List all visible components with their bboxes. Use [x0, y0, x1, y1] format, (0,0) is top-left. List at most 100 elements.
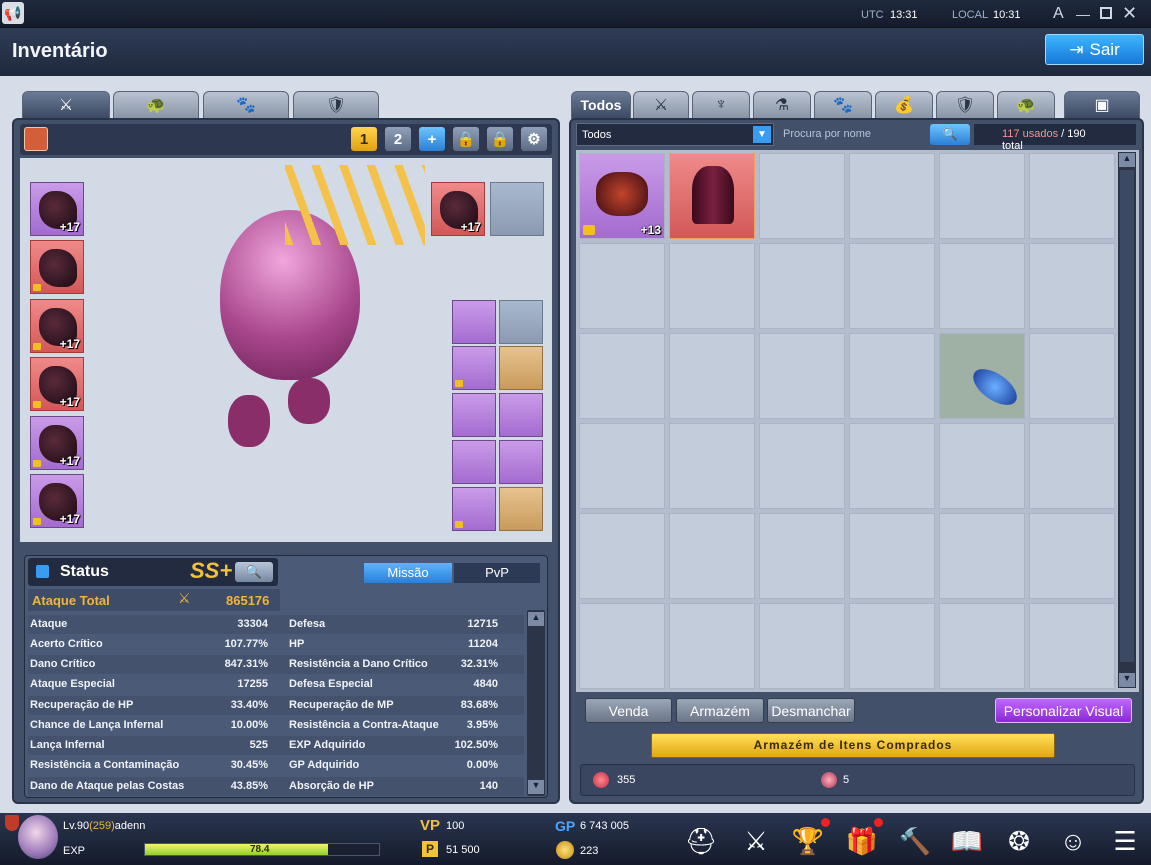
inventory-cell[interactable] [669, 333, 755, 419]
accessory-slot[interactable] [452, 346, 496, 390]
maximize-icon[interactable] [1100, 7, 1112, 19]
inventory-cell[interactable] [759, 243, 845, 329]
tab-potions[interactable]: ⚗ [753, 91, 811, 119]
mode-pvp-tab[interactable]: PvP [454, 563, 540, 583]
inventory-cell[interactable] [579, 513, 665, 599]
dismantle-button[interactable]: Desmanchar [767, 698, 855, 723]
auction-menu-icon[interactable]: 🔨 [896, 824, 934, 858]
inventory-cell[interactable] [1029, 333, 1115, 419]
accessory-slot[interactable] [499, 346, 543, 390]
equip-slot-gloves[interactable]: +17 [30, 357, 84, 411]
customize-visual-button[interactable]: Personalizar Visual [995, 698, 1132, 723]
tab-pets[interactable]: 🐢 [113, 91, 199, 119]
community-menu-icon[interactable]: ☺ [1054, 824, 1092, 858]
skills-menu-icon[interactable]: ⚔ [737, 824, 775, 858]
accessory-slot[interactable] [499, 487, 543, 531]
tab-shields[interactable]: 🛡 [936, 91, 994, 119]
add-preset-button[interactable]: + [418, 126, 446, 152]
inventory-cell[interactable] [939, 243, 1025, 329]
tab-weapons[interactable]: ⚔ [22, 91, 110, 119]
scroll-up-icon[interactable]: ▲ [1119, 153, 1135, 167]
main-menu-icon[interactable]: ☰ [1106, 824, 1144, 858]
settings-gear-icon[interactable]: ⚙ [520, 126, 548, 152]
mode-mission-tab[interactable]: Missão [364, 563, 452, 583]
inventory-cell[interactable] [579, 603, 665, 689]
tab-pets[interactable]: 🐾 [814, 91, 872, 119]
character-menu-icon[interactable]: ⛑ [682, 824, 720, 858]
inventory-cell[interactable] [759, 153, 845, 239]
guide-book-icon[interactable]: 📖 [948, 824, 986, 858]
inventory-cell[interactable] [579, 423, 665, 509]
quest-menu-icon[interactable]: 🏆 [789, 824, 827, 858]
inventory-cell[interactable] [849, 153, 935, 239]
accessory-slot[interactable] [499, 393, 543, 437]
status-scrollbar[interactable] [527, 610, 545, 796]
inventory-cell[interactable] [759, 603, 845, 689]
equip-slot-weapon[interactable]: +17 [431, 182, 485, 236]
inventory-cell[interactable] [1029, 423, 1115, 509]
inventory-cell[interactable] [849, 423, 935, 509]
equip-slot-subweapon[interactable] [490, 182, 544, 236]
accessory-slot[interactable] [452, 440, 496, 484]
search-button[interactable]: 🔍 [930, 124, 970, 145]
tab-paw[interactable]: 🐾 [203, 91, 289, 119]
search-input[interactable]: Procura por nome [778, 124, 926, 145]
inventory-cell[interactable] [669, 603, 755, 689]
inventory-cell[interactable] [1029, 603, 1115, 689]
exit-button[interactable]: ⇥ Sair [1045, 34, 1144, 65]
accessory-slot[interactable] [452, 487, 496, 531]
gift-menu-icon[interactable]: 🎁 [843, 824, 881, 858]
inventory-cell[interactable] [939, 423, 1025, 509]
scroll-up-icon[interactable]: ▲ [528, 612, 544, 626]
inventory-cell[interactable] [1029, 513, 1115, 599]
inventory-cell[interactable] [939, 603, 1025, 689]
filter-dropdown[interactable]: Todos ▼ [576, 123, 774, 146]
preset-1-button[interactable]: 1 [350, 126, 378, 152]
tab-turtle[interactable]: 🐢 [997, 91, 1055, 119]
avatar[interactable] [18, 815, 58, 859]
accessory-slot[interactable] [452, 393, 496, 437]
lock-icon[interactable]: 🔒 [452, 126, 480, 152]
equip-slot-head[interactable]: +17 [30, 182, 84, 236]
sell-button[interactable]: Venda [585, 698, 672, 723]
minimize-icon[interactable]: — [1076, 6, 1092, 22]
close-icon[interactable]: ✕ [1122, 3, 1137, 24]
inventory-cell[interactable] [759, 513, 845, 599]
inventory-cell[interactable] [849, 243, 935, 329]
inventory-cell[interactable] [669, 153, 755, 239]
inventory-cell[interactable] [849, 333, 935, 419]
inventory-cell[interactable] [849, 603, 935, 689]
equip-slot-bottom[interactable]: +17 [30, 299, 84, 353]
equip-slot-top[interactable] [30, 240, 84, 294]
inventory-cell[interactable] [669, 243, 755, 329]
inventory-cell[interactable] [849, 513, 935, 599]
tab-storage[interactable]: ▣ [1064, 91, 1140, 119]
tab-weapons[interactable]: ⚔ [633, 91, 689, 119]
inventory-cell[interactable] [1029, 243, 1115, 329]
font-size-button[interactable]: A [1053, 5, 1064, 23]
tab-bags[interactable]: 💰 [875, 91, 933, 119]
inventory-cell[interactable] [759, 423, 845, 509]
equip-slot-cape[interactable]: +17 [30, 474, 84, 528]
inventory-cell[interactable] [669, 423, 755, 509]
inventory-cell[interactable]: +13 [579, 153, 665, 239]
preset-2-button[interactable]: 2 [384, 126, 412, 152]
inventory-cell[interactable] [1029, 153, 1115, 239]
tab-armor[interactable]: ♆ [692, 91, 750, 119]
inventory-cell[interactable] [939, 513, 1025, 599]
inventory-cell[interactable] [939, 153, 1025, 239]
inventory-cell[interactable] [579, 243, 665, 329]
inventory-cell[interactable] [669, 513, 755, 599]
scroll-down-icon[interactable]: ▼ [528, 780, 544, 794]
accessory-slot[interactable] [499, 440, 543, 484]
status-search-button[interactable]: 🔍 [235, 562, 273, 582]
inventory-cell[interactable] [939, 333, 1025, 419]
guild-menu-icon[interactable]: ❂ [1000, 824, 1038, 858]
tab-all[interactable]: Todos [571, 91, 631, 119]
purchased-items-storage-button[interactable]: Armazém de Itens Comprados [651, 733, 1055, 758]
announcement-icon[interactable]: 📢 [2, 2, 24, 24]
accessory-slot[interactable] [499, 300, 543, 344]
inventory-cell[interactable] [579, 333, 665, 419]
tab-shield[interactable]: 🛡 [293, 91, 379, 119]
inventory-cell[interactable] [759, 333, 845, 419]
